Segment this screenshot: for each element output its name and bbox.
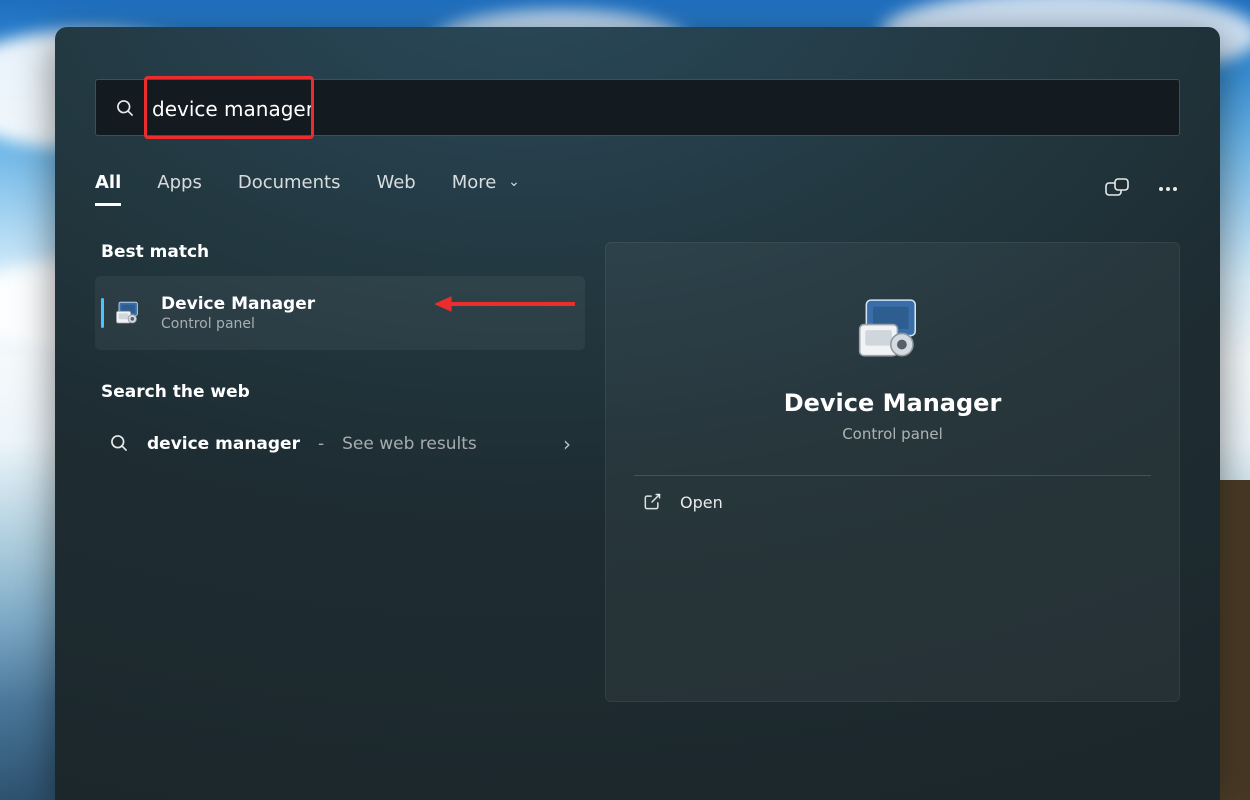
web-search-suffix: See web results	[342, 434, 477, 454]
results-list: Best match Device Manager Control panel	[95, 242, 585, 702]
chevron-right-icon: ›	[563, 432, 571, 456]
search-web-header: Search the web	[101, 382, 585, 402]
web-search-query: device manager	[147, 434, 300, 454]
chevron-down-icon: ⌄	[508, 174, 520, 190]
preview-action-open[interactable]: Open	[634, 476, 1151, 528]
best-match-result[interactable]: Device Manager Control panel	[95, 276, 585, 350]
preview-subtitle: Control panel	[634, 425, 1151, 443]
preview-title: Device Manager	[634, 389, 1151, 417]
search-panel: All Apps Documents Web More ⌄ Best ma	[55, 27, 1220, 800]
search-bar-wrap	[95, 79, 1180, 136]
preview-action-open-label: Open	[680, 493, 723, 512]
search-icon	[109, 433, 131, 455]
tab-documents[interactable]: Documents	[238, 172, 341, 206]
search-bar[interactable]	[95, 79, 1180, 136]
best-match-header: Best match	[101, 242, 585, 262]
filter-tabs: All Apps Documents Web More ⌄	[95, 172, 520, 206]
annotation-arrow	[435, 294, 575, 314]
chat-icon[interactable]	[1104, 177, 1130, 201]
open-external-icon	[642, 492, 662, 512]
best-match-title: Device Manager	[161, 294, 315, 314]
tab-all[interactable]: All	[95, 172, 121, 206]
filter-tab-row: All Apps Documents Web More ⌄	[95, 172, 1180, 206]
tab-web[interactable]: Web	[376, 172, 415, 206]
tab-more-label: More	[452, 172, 497, 193]
search-input[interactable]	[152, 95, 1161, 121]
device-manager-large-icon	[634, 293, 1151, 365]
best-match-text: Device Manager Control panel	[161, 294, 315, 332]
web-search-result[interactable]: device manager - See web results ›	[95, 416, 585, 472]
best-match-subtitle: Control panel	[161, 316, 315, 332]
tab-apps[interactable]: Apps	[157, 172, 202, 206]
more-options-icon[interactable]	[1156, 177, 1180, 201]
device-manager-icon	[113, 297, 145, 329]
results-columns: Best match Device Manager Control panel	[95, 242, 1180, 702]
preview-pane: Device Manager Control panel Open	[605, 242, 1180, 702]
tab-more[interactable]: More ⌄	[452, 172, 520, 206]
search-icon	[114, 97, 136, 119]
